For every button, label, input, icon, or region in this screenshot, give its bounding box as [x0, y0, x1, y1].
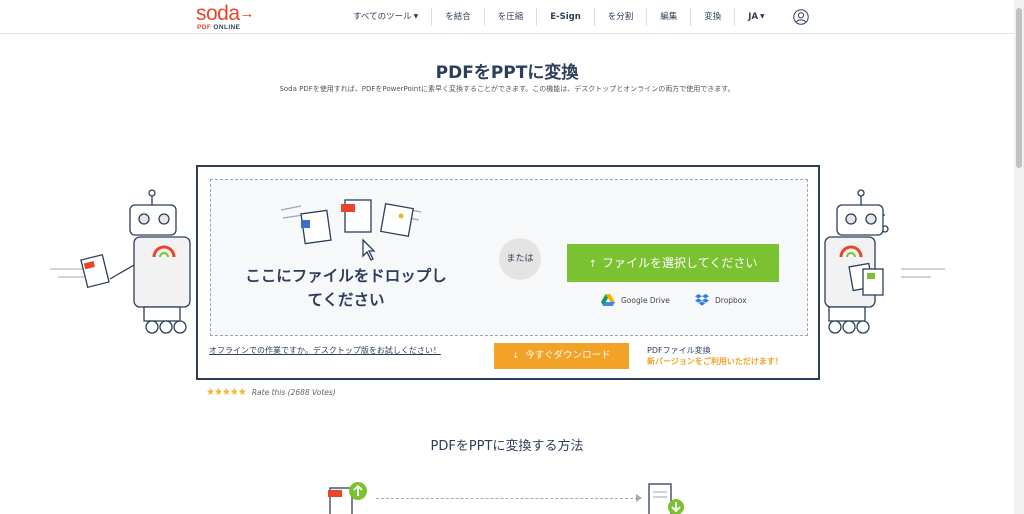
nav-edit[interactable]: 編集 [647, 8, 692, 26]
rating-stars-icon[interactable]: ★★★★★ [206, 387, 247, 398]
vertical-scrollbar[interactable] [1014, 0, 1024, 514]
logo-subtext-brand: PDF [197, 24, 212, 31]
converter-panel: ここにファイルをドロップしてください または ↑ ファイルを選択してください Go… [196, 165, 820, 380]
drop-instruction: ここにファイルをドロップしてください [245, 267, 447, 309]
step-connector [376, 498, 638, 499]
logo-subtext: ONLINE [211, 24, 241, 31]
robot-illustration-right [824, 189, 945, 334]
user-account-icon[interactable] [793, 9, 809, 25]
google-drive-icon [601, 294, 615, 306]
chevron-down-icon: ▼ [760, 13, 765, 20]
howto-title: PDFをPPTに変換する方法 [430, 439, 584, 454]
page-title: PDFをPPTに変換 [435, 63, 579, 83]
rating-widget: ★★★★★ Rate this (2688 Votes) [206, 387, 336, 398]
nav-all-tools[interactable]: すべてのツール ▼ [340, 8, 433, 26]
main-nav: すべてのツール ▼ を結合 を圧縮 E-Sign を分割 編集 変換 JA ▼ [340, 0, 778, 34]
language-selector[interactable]: JA ▼ [735, 8, 777, 26]
upload-file-icon [328, 482, 367, 514]
nav-split[interactable]: を分割 [595, 8, 648, 26]
nav-merge[interactable]: を結合 [432, 8, 485, 26]
offline-desktop-link[interactable]: オフラインでの作業ですか。デスクトップ版をお試しください！ [209, 345, 441, 356]
promo-title: PDFファイル変換 [647, 346, 711, 355]
google-drive-link[interactable]: Google Drive [601, 294, 670, 306]
page: soda→ PDF ONLINE すべてのツール ▼ を結合 を圧縮 E-Sign… [0, 0, 1024, 514]
promo-subtitle: 新バージョンをご利用いただけます！ [647, 357, 783, 366]
arrow-up-icon: ↑ [588, 259, 598, 270]
arrow-down-icon: ↓ [512, 351, 520, 360]
nav-compress[interactable]: を圧縮 [485, 8, 538, 26]
file-dropzone[interactable]: ここにファイルをドロップしてください または ↑ ファイルを選択してください Go… [210, 179, 808, 336]
files-illustration-icon [280, 199, 422, 261]
nav-esign[interactable]: E-Sign [537, 8, 595, 26]
page-subtitle: Soda PDFを使用すれば、PDFをPowerPointに素早く変換することが… [279, 85, 735, 93]
logo-arrow-icon: → [239, 5, 255, 22]
dropbox-link[interactable]: Dropbox [695, 294, 747, 307]
rating-text: Rate this (2688 Votes) [251, 388, 336, 397]
logo[interactable]: soda→ PDF ONLINE [196, 2, 255, 31]
or-divider: または [499, 238, 541, 280]
logo-text: soda [196, 2, 240, 25]
arrow-right-icon [636, 494, 642, 502]
scrollbar-thumb[interactable] [1016, 8, 1022, 168]
nav-convert[interactable]: 変換 [691, 8, 736, 26]
dropbox-icon [695, 294, 709, 306]
header: soda→ PDF ONLINE すべてのツール ▼ を結合 を圧縮 E-Sign… [0, 0, 1014, 34]
download-now-button[interactable]: ↓ 今すぐダウンロード [494, 343, 629, 369]
chevron-down-icon: ▼ [413, 13, 419, 20]
choose-file-button[interactable]: ↑ ファイルを選択してください [567, 244, 779, 282]
download-file-icon [648, 483, 684, 514]
robot-illustration-left [50, 189, 191, 334]
